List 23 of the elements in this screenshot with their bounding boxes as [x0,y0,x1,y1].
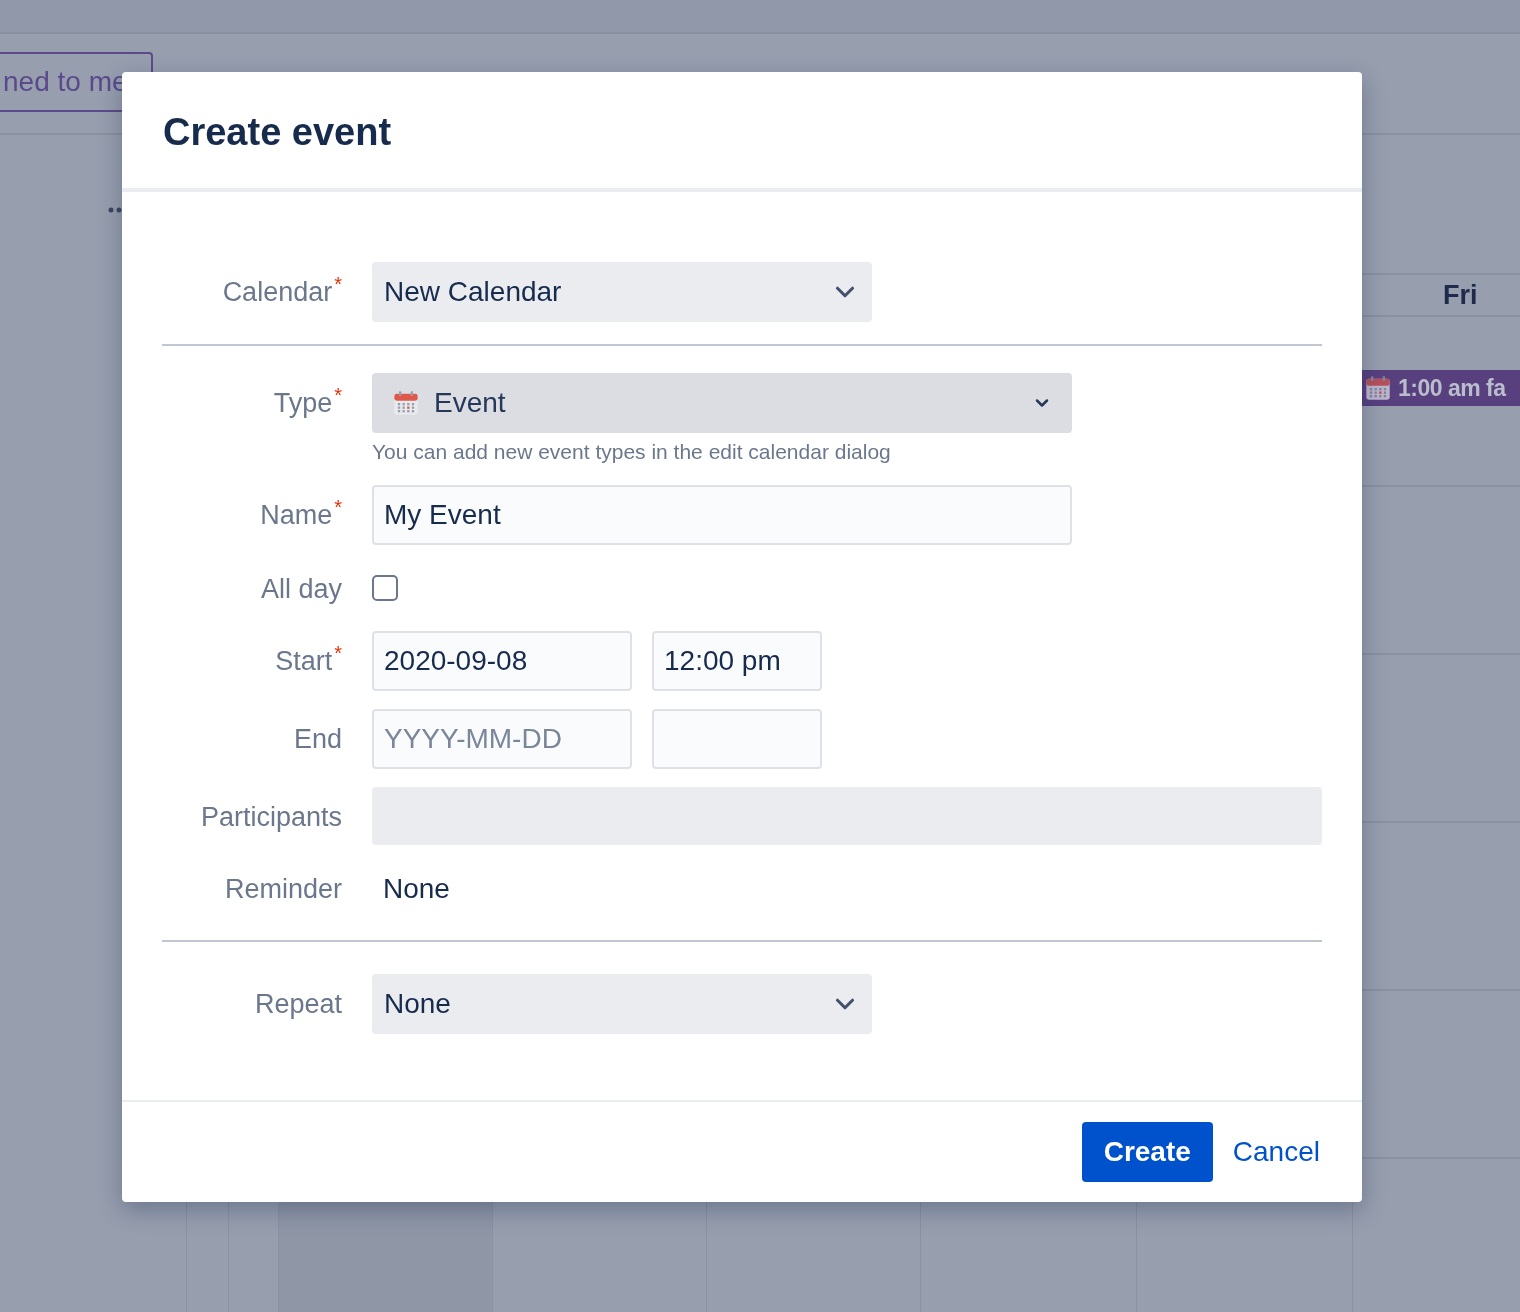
field-label: Reminder [224,872,342,906]
dialog-title: Create event [163,109,392,155]
field-label: Participants [200,800,342,834]
reminder-value: None [383,872,450,906]
date-input[interactable]: 2020-09-08 [372,631,632,691]
calendar-event[interactable]: 1:00 am fa [1362,370,1520,406]
field-label: Calendar$^{*}$ [222,271,342,309]
select-dropdown[interactable]: None [372,974,872,1034]
field-label: Type$^{*}$ [273,382,342,420]
field-label: Name$^{*}$ [260,494,342,532]
cancel-link[interactable]: Cancel [1232,1131,1320,1173]
field-label: End [293,722,342,756]
date-input[interactable]: YYYY-MM-DD [372,709,632,769]
type-select[interactable]: Event [372,373,1072,433]
field-label: Start$^{*}$ [275,640,342,678]
create-button[interactable]: Create [1081,1122,1213,1182]
name-input[interactable]: My Event [372,485,1072,545]
select-dropdown[interactable]: New Calendar [372,262,872,322]
time-input[interactable]: 12:00 pm [652,631,822,691]
field-label: Repeat [254,987,342,1021]
day-header: Fri [1443,278,1478,312]
field-label: All day [260,572,342,606]
help-text: You can add new event types in the edit calendar dialog [372,439,892,465]
